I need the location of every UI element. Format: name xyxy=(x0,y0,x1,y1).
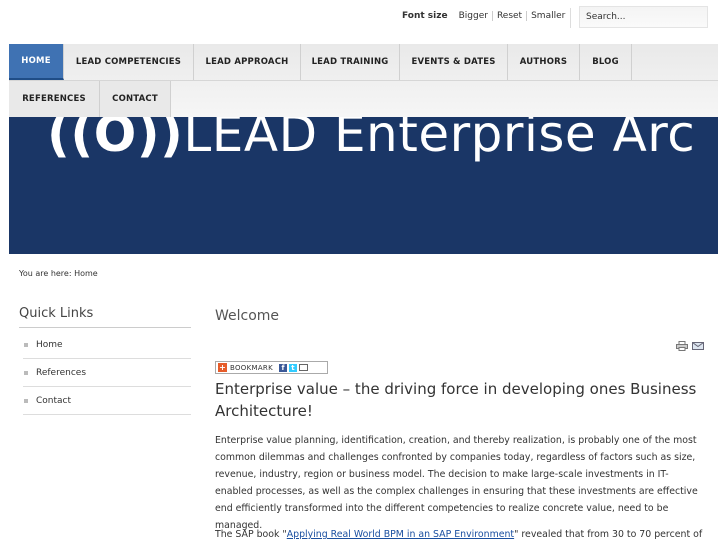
mail-icon xyxy=(298,364,308,371)
nav-row-secondary: References Contact xyxy=(9,81,171,117)
main-navigation: Home LEAD Competencies LEAD Approach LEA… xyxy=(9,44,718,117)
article-title: Enterprise value – the driving force in … xyxy=(215,380,697,420)
article-paragraph-1: Enterprise value planning, identificatio… xyxy=(215,435,698,531)
addthis-plus-icon: + xyxy=(218,362,227,372)
main-content: Welcome + BOOKMARK f t Enterprise value … xyxy=(215,308,710,540)
bookmark-label: BOOKMARK xyxy=(230,363,273,372)
font-size-controls: Font size Bigger Reset Smaller xyxy=(402,11,569,21)
nav-item-lead-approach[interactable]: LEAD Approach xyxy=(194,44,301,80)
bullet-icon xyxy=(24,370,28,375)
twitter-icon: t xyxy=(288,363,297,372)
banner-title: LEAD Enterprise Arc xyxy=(183,117,696,163)
top-bar: Font size Bigger Reset Smaller xyxy=(0,0,727,44)
article-tools xyxy=(676,341,704,351)
page-title: Welcome xyxy=(215,308,280,324)
email-icon[interactable] xyxy=(692,341,704,351)
quick-links-title: Quick Links xyxy=(19,306,191,328)
quick-links-list: Home References Contact xyxy=(19,331,191,415)
quick-link-home[interactable]: Home xyxy=(23,331,191,359)
paragraph-2-prefix: The SAP book " xyxy=(215,529,287,540)
font-bigger-link[interactable]: Bigger xyxy=(455,11,493,21)
nav-item-lead-training[interactable]: LEAD Training xyxy=(301,44,400,80)
nav-item-authors[interactable]: Authors xyxy=(508,44,580,80)
banner-logo-text: ((O))LEAD Enterprise Arc xyxy=(47,117,695,163)
search-divider xyxy=(570,8,571,28)
font-size-label: Font size xyxy=(402,11,448,21)
quick-link-contact[interactable]: Contact xyxy=(23,387,191,415)
nav-item-home[interactable]: Home xyxy=(9,44,64,80)
quick-link-label: References xyxy=(36,367,87,378)
search-input[interactable] xyxy=(579,6,708,28)
sap-book-link[interactable]: Applying Real World BPM in an SAP Enviro… xyxy=(287,529,514,540)
print-icon[interactable] xyxy=(676,341,688,351)
nav-item-contact[interactable]: Contact xyxy=(100,81,171,117)
nav-item-blog[interactable]: Blog xyxy=(580,44,632,80)
quick-link-label: Contact xyxy=(36,395,72,406)
article-paragraph-2: The SAP book "Applying Real World BPM in… xyxy=(215,526,703,545)
nav-item-lead-competencies[interactable]: LEAD Competencies xyxy=(64,44,194,80)
sidebar: Quick Links Home References Contact xyxy=(19,306,191,415)
quick-link-references[interactable]: References xyxy=(23,359,191,387)
quick-link-label: Home xyxy=(36,339,63,350)
header-banner: ((O))LEAD Enterprise Arc xyxy=(9,117,718,254)
bookmark-button[interactable]: + BOOKMARK f t xyxy=(215,361,328,374)
font-smaller-link[interactable]: Smaller xyxy=(527,11,569,21)
facebook-icon: f xyxy=(278,363,287,372)
nav-item-references[interactable]: References xyxy=(9,81,100,117)
nav-row-primary: Home LEAD Competencies LEAD Approach LEA… xyxy=(9,44,632,80)
lead-logo-mark: ((O)) xyxy=(47,117,184,163)
font-reset-link[interactable]: Reset xyxy=(493,11,528,21)
bullet-icon xyxy=(24,398,28,403)
breadcrumb: You are here: Home xyxy=(19,269,98,278)
bullet-icon xyxy=(24,342,28,347)
nav-item-events-dates[interactable]: Events & Dates xyxy=(400,44,508,80)
